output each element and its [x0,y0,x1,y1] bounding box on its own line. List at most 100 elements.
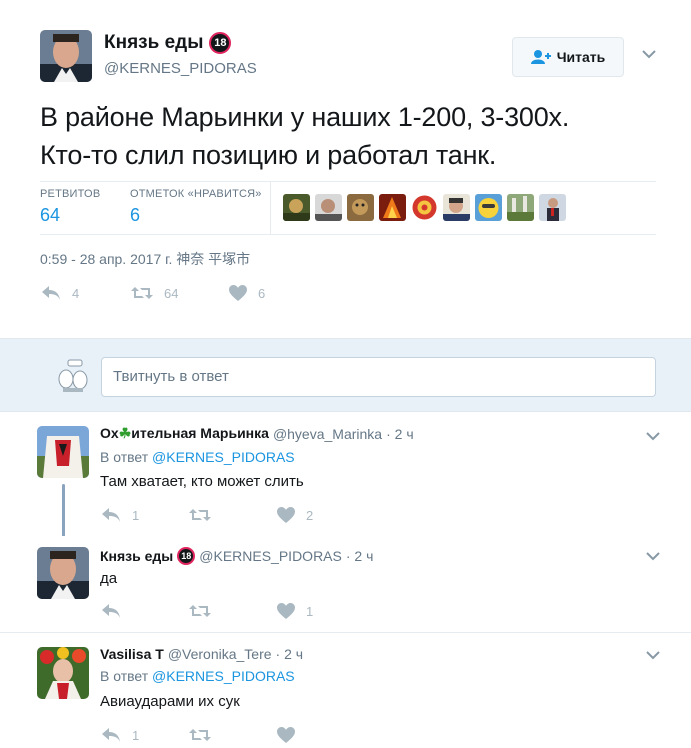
liker-avatar[interactable] [475,194,502,221]
reply-actions: 1 [100,602,313,620]
liker-avatar[interactable] [315,194,342,221]
tweet-text: В районе Марьинки у наших 1-200, 3-300х.… [40,98,670,174]
author-name-row[interactable]: Князь еды 18 [104,32,232,54]
reply-time[interactable]: · 2 ч [386,426,414,442]
likes-stat[interactable]: ОТМЕТОК «НРАВИТСЯ» 6 [130,188,262,226]
reply-time[interactable]: · 2 ч [346,548,374,564]
like-action[interactable] [276,726,306,744]
likes-count: 6 [130,205,141,225]
reply-header: Ох☘ительная Марьинка @hyeva_Marinka · 2 … [100,425,414,442]
chevron-down-icon[interactable] [646,428,660,444]
reply-icon [42,286,60,300]
follow-label: Читать [556,49,606,65]
chevron-down-icon[interactable] [642,46,656,62]
shamrock-icon: ☘ [118,425,132,441]
chevron-down-icon[interactable] [646,647,660,663]
retweet-count: 64 [164,285,179,301]
heart-icon [277,603,295,619]
reply-icon [102,508,120,522]
tweet-text-line: Кто-то слил позицию и работал танк. [40,140,497,170]
retweet-icon [189,605,211,617]
in-reply-to: В ответ @KERNES_PIDORAS [100,449,295,465]
reply-author-name[interactable]: Vasilisa T [100,646,164,662]
reply-author-handle[interactable]: @KERNES_PIDORAS [199,548,342,564]
in-reply-to: В ответ @KERNES_PIDORAS [100,668,295,684]
in-reply-to-handle[interactable]: @KERNES_PIDORAS [152,668,295,684]
reply-action[interactable]: 1 [100,726,188,744]
heart-icon [277,727,295,743]
reply-avatar[interactable] [37,426,89,478]
follow-user-icon [530,50,551,64]
like-action[interactable]: 6 [228,284,265,302]
like-action[interactable]: 1 [276,602,313,620]
stats-bar: РЕТВИТОВ 64 ОТМЕТОК «НРАВИТСЯ» 6 [40,181,656,235]
retweets-stat[interactable]: РЕТВИТОВ 64 [40,188,100,226]
reply-count: 1 [132,727,140,743]
follow-button[interactable]: Читать [512,37,624,77]
tweet-text-line: В районе Марьинки у наших 1-200, 3-300х. [40,102,570,132]
reply-text: Авиаударами их сук [100,693,240,710]
retweet-action[interactable] [188,727,276,743]
retweet-icon [131,287,153,299]
reply-count: 1 [132,507,140,523]
heart-icon [229,285,247,301]
stats-divider [270,182,271,234]
tweet-actions: 4 64 6 [40,284,265,302]
reply-author-handle[interactable]: @Veronika_Tere [168,646,272,662]
retweet-icon [189,509,211,521]
retweet-action[interactable]: 64 [130,285,228,301]
liker-avatar[interactable] [507,194,534,221]
reply-author-name[interactable]: Князь еды [100,548,173,564]
retweet-action[interactable] [188,507,276,523]
retweets-label: РЕТВИТОВ [40,188,101,200]
liker-avatar[interactable] [283,194,310,221]
reply-text: Там хватает, кто может слить [100,473,304,490]
like-action[interactable]: 2 [276,506,313,524]
reply-avatar[interactable] [37,647,89,699]
reply-time[interactable]: · 2 ч [276,646,304,662]
reply-action[interactable]: 1 [100,506,188,524]
reply-icon [102,728,120,742]
reply-avatar[interactable] [37,547,89,599]
reply-header: Князь еды 18 @KERNES_PIDORAS · 2 ч [100,547,373,565]
reply-icon [102,604,120,618]
author-avatar[interactable] [40,30,92,82]
reply-tweet[interactable]: Ох☘ительная Марьинка @hyeva_Marinka · 2 … [0,412,691,542]
retweet-action[interactable] [188,603,276,619]
age-18-badge-icon: 18 [177,547,196,565]
retweet-icon [189,729,211,741]
author-handle[interactable]: @KERNES_PIDORAS [104,60,257,77]
reply-actions: 1 [100,726,306,744]
chevron-down-icon[interactable] [646,548,660,564]
heart-icon [277,507,295,523]
reply-action[interactable] [100,602,188,620]
reply-count: 4 [72,285,80,301]
reply-action[interactable]: 4 [40,284,130,302]
liker-avatar[interactable] [347,194,374,221]
reply-tweet[interactable]: Vasilisa T @Veronika_Tere · 2 ч В ответ … [0,633,691,748]
reply-author-name[interactable]: Ох☘ительная Марьинка [100,425,269,442]
author-name[interactable]: Князь еды [104,32,203,54]
tweet-timestamp[interactable]: 0:59 - 28 апр. 2017 г. 神奈 平塚市 [40,249,250,269]
like-count: 6 [258,285,266,301]
reply-text: да [100,570,118,587]
reply-author-handle[interactable]: @hyeva_Marinka [273,426,382,442]
reply-input[interactable]: Твитнуть в ответ [101,357,656,397]
liker-avatar[interactable] [539,194,566,221]
retweets-count: 64 [40,205,61,225]
liker-avatars [283,194,566,221]
like-count: 1 [306,603,314,619]
in-reply-to-handle[interactable]: @KERNES_PIDORAS [152,449,295,465]
like-count: 2 [306,507,314,523]
thread-line [62,484,65,542]
main-tweet: Князь еды 18 @KERNES_PIDORAS Читать В ра… [0,0,691,338]
reply-composer: Твитнуть в ответ [0,338,691,412]
reply-header: Vasilisa T @Veronika_Tere · 2 ч [100,646,303,662]
reply-tweet[interactable]: Князь еды 18 @KERNES_PIDORAS · 2 ч да 1 [0,536,691,632]
liker-avatar[interactable] [411,194,438,221]
liker-avatar[interactable] [379,194,406,221]
reply-actions: 1 2 [100,506,313,524]
liker-avatar[interactable] [443,194,470,221]
likes-label: ОТМЕТОК «НРАВИТСЯ» [130,188,262,200]
age-18-badge-icon: 18 [209,32,232,54]
